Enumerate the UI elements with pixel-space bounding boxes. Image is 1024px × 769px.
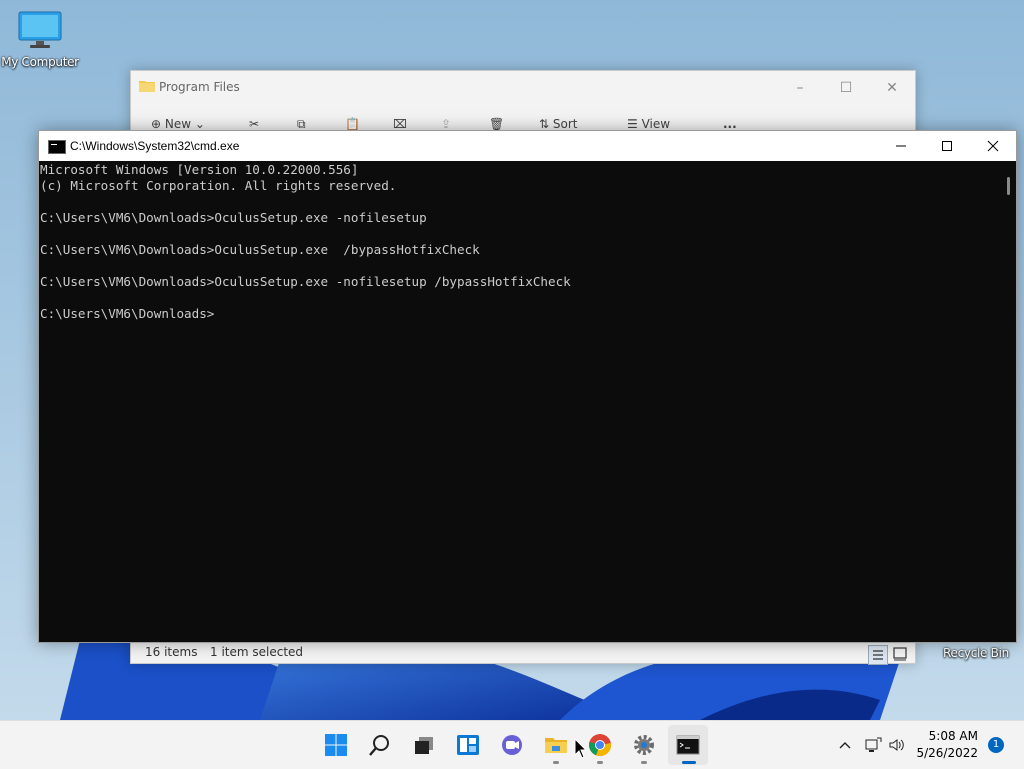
explorer-title: Program Files xyxy=(159,80,240,94)
clock[interactable]: 5:08 AM 5/26/2022 xyxy=(916,728,978,762)
mouse-cursor-icon xyxy=(574,738,588,759)
taskbar: 5:08 AM 5/26/2022 1 xyxy=(0,720,1024,769)
cut-icon[interactable]: ✂ xyxy=(249,117,259,131)
explorer-maximize-button[interactable]: ☐ xyxy=(823,77,869,99)
terminal-icon xyxy=(676,735,700,755)
cmd-maximize-button[interactable] xyxy=(924,131,970,161)
console-line: C:\Users\VM6\Downloads>OculusSetup.exe -… xyxy=(40,274,571,289)
command-prompt-window[interactable]: C:\Windows\System32\cmd.exe Microsoft Wi… xyxy=(38,130,1017,643)
widgets-icon xyxy=(457,735,479,755)
desktop-icon-my-computer[interactable]: My Computer xyxy=(0,10,80,69)
monitor-icon xyxy=(18,11,62,48)
sort-icon: ⇅ xyxy=(539,117,550,131)
scrollbar-thumb[interactable] xyxy=(1007,177,1010,195)
start-button[interactable] xyxy=(316,725,356,765)
desktop-icon-recycle-bin[interactable]: Recycle Bin xyxy=(936,646,1016,660)
search-icon xyxy=(369,735,389,756)
running-indicator xyxy=(597,761,603,764)
console-line: ​ xyxy=(40,194,1001,210)
terminal-button[interactable] xyxy=(668,725,708,765)
desktop-icon-label: My Computer xyxy=(1,55,79,69)
clock-time: 5:08 AM xyxy=(928,729,978,743)
task-view-button[interactable] xyxy=(404,725,444,765)
new-button[interactable]: ⊕ New ⌄ xyxy=(151,117,205,131)
delete-icon[interactable]: 🗑 xyxy=(489,117,504,131)
volume-icon[interactable] xyxy=(888,736,906,754)
tiles-view-icon xyxy=(893,647,907,661)
new-button-label: New xyxy=(164,117,192,131)
clock-date: 5/26/2022 xyxy=(916,746,978,760)
rename-icon[interactable]: ⌧ xyxy=(393,117,407,131)
chat-icon xyxy=(502,735,522,755)
settings-button[interactable] xyxy=(624,725,664,765)
share-icon[interactable]: ⇪ xyxy=(441,117,451,131)
settings-icon xyxy=(634,735,654,755)
running-indicator xyxy=(553,761,559,764)
console-line: ​ xyxy=(40,290,1001,306)
maximize-icon xyxy=(942,141,952,151)
explorer-status-bar: 16 items 1 item selected xyxy=(131,641,915,665)
chevron-up-icon[interactable] xyxy=(838,738,852,752)
console-line: ​ xyxy=(40,258,1001,274)
plus-circle-icon: ⊕ xyxy=(151,117,162,131)
search-button[interactable] xyxy=(360,725,400,765)
list-view-icon xyxy=(873,650,883,660)
cmd-title: C:\Windows\System32\cmd.exe xyxy=(70,139,240,153)
console-prompt-line: C:\Users\VM6\Downloads> xyxy=(40,306,215,321)
widgets-button[interactable] xyxy=(448,725,488,765)
paste-icon[interactable]: 📋 xyxy=(345,117,360,131)
selection-status: 1 item selected xyxy=(210,645,304,659)
view-button[interactable]: ☰ View xyxy=(627,117,670,131)
details-view-button[interactable] xyxy=(868,645,888,665)
sort-button[interactable]: ⇅ Sort xyxy=(539,117,578,131)
folder-icon xyxy=(139,81,155,92)
view-button-label: View xyxy=(641,117,671,131)
file-explorer-button[interactable] xyxy=(536,725,576,765)
explorer-close-button[interactable]: ✕ xyxy=(869,77,915,99)
chrome-icon xyxy=(589,734,612,757)
minimize-icon xyxy=(896,145,906,147)
cmd-minimize-button[interactable] xyxy=(878,131,924,161)
network-icon[interactable] xyxy=(864,736,882,754)
notification-badge[interactable]: 1 xyxy=(988,737,1004,753)
cmd-titlebar[interactable]: C:\Windows\System32\cmd.exe xyxy=(39,131,1016,161)
cmd-close-button[interactable] xyxy=(970,131,1016,161)
running-indicator xyxy=(641,761,647,764)
console-line: ​ xyxy=(40,226,1001,242)
chat-button[interactable] xyxy=(492,725,532,765)
desktop-icon-label: Recycle Bin xyxy=(943,646,1009,660)
task-view-icon xyxy=(415,737,433,754)
console-line: C:\Users\VM6\Downloads>OculusSetup.exe /… xyxy=(40,242,480,257)
sort-button-label: Sort xyxy=(552,117,578,131)
console-line: Microsoft Windows [Version 10.0.22000.55… xyxy=(40,162,359,177)
close-icon xyxy=(987,140,999,152)
explorer-minimize-button[interactable]: – xyxy=(777,77,823,99)
console-line: (c) Microsoft Corporation. All rights re… xyxy=(40,178,397,193)
more-options-button[interactable]: ... xyxy=(723,117,737,131)
start-icon xyxy=(325,734,347,756)
console-output[interactable]: Microsoft Windows [Version 10.0.22000.55… xyxy=(39,161,1001,643)
chevron-down-icon: ⌄ xyxy=(194,117,205,131)
view-icon: ☰ xyxy=(627,117,638,131)
console-line: C:\Users\VM6\Downloads>OculusSetup.exe -… xyxy=(40,210,427,225)
tiles-view-button[interactable] xyxy=(891,645,909,663)
file-explorer-icon xyxy=(545,738,567,753)
cmd-scrollbar[interactable] xyxy=(1000,161,1016,642)
active-indicator xyxy=(682,761,696,764)
item-count: 16 items xyxy=(145,645,198,659)
cmd-app-icon xyxy=(48,140,66,154)
